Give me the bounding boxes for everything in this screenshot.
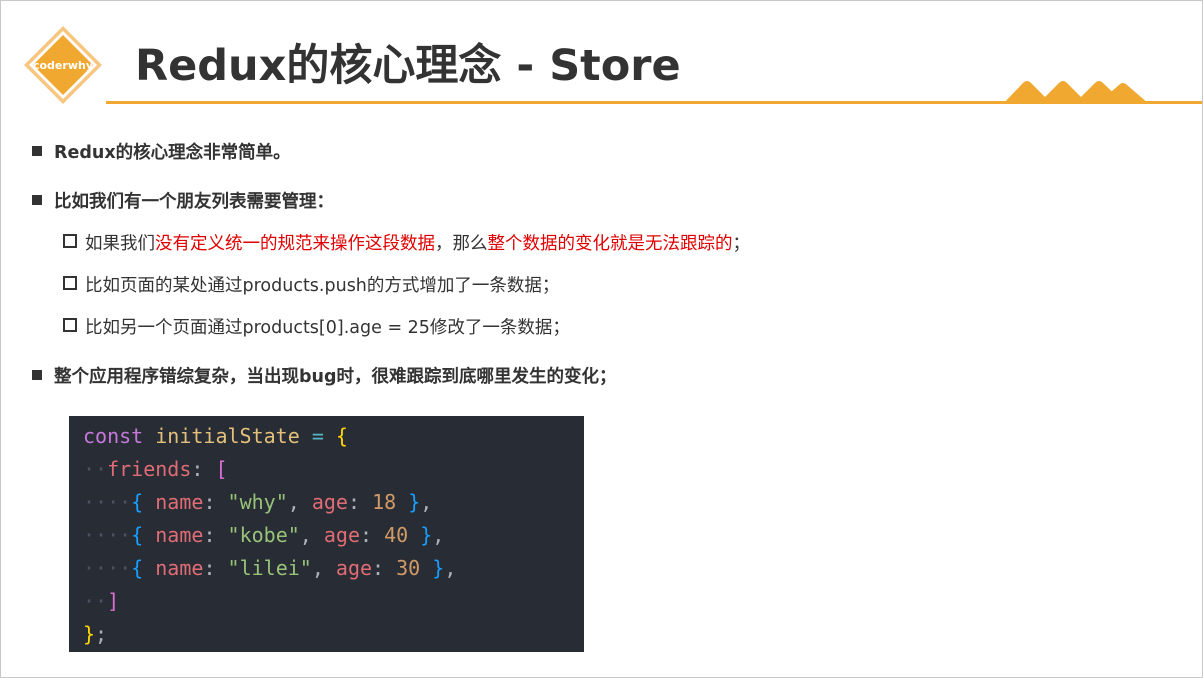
square-bullet-icon: [32, 370, 42, 380]
code-line-6: ··]: [83, 589, 120, 613]
bullet-1: Redux的核心理念非常简单。: [32, 139, 291, 164]
code-line-3: ····{ name: "why", age: 18 },: [83, 490, 433, 514]
code-line-4: ····{ name: "kobe", age: 40 },: [83, 523, 445, 547]
slide: coderwhy Redux的核心理念 - Store Redux的核心理念非常…: [0, 0, 1203, 678]
sub-bullet-1: 如果我们没有定义统一的规范来操作这段数据，那么整个数据的变化就是无法跟踪的；: [63, 230, 750, 255]
code-line-7: };: [83, 622, 108, 646]
sub-bullet-2: 比如页面的某处通过products.push的方式增加了一条数据；: [63, 272, 559, 297]
hollow-square-bullet-icon: [63, 276, 77, 290]
page-title: Redux的核心理念 - Store: [135, 41, 681, 91]
bullet-text: Redux的核心理念非常简单。: [54, 143, 291, 163]
sub-bullet-seg: ，那么: [435, 234, 488, 254]
bullet-text: 比如我们有一个朋友列表需要管理：: [54, 192, 334, 212]
sub-bullet-seg: 如果我们: [85, 234, 155, 254]
sub-bullet-3: 比如另一个页面通过products[0].age = 25修改了一条数据；: [63, 314, 570, 339]
code-line-2: ··friends: [: [83, 457, 228, 481]
bullet-text: 整个应用程序错综复杂，当出现bug时，很难跟踪到底哪里发生的变化；: [54, 367, 617, 387]
square-bullet-icon: [32, 195, 42, 205]
sub-bullet-seg: ；: [732, 234, 751, 254]
code-block: const initialState = { ··friends: [ ····…: [69, 416, 584, 652]
coderwhy-logo: coderwhy: [24, 26, 102, 104]
logo-text: coderwhy: [33, 59, 93, 72]
sub-bullet-text: 比如页面的某处通过products.push的方式增加了一条数据；: [85, 276, 560, 296]
bullet-2: 比如我们有一个朋友列表需要管理：: [32, 188, 334, 213]
mountain-decoration: [1003, 81, 1149, 104]
highlight-text: 没有定义统一的规范来操作这段数据: [155, 234, 435, 254]
bullet-3: 整个应用程序错综复杂，当出现bug时，很难跟踪到底哪里发生的变化；: [32, 363, 617, 388]
sub-bullet-text: 比如另一个页面通过products[0].age = 25修改了一条数据；: [85, 318, 570, 338]
code-line-5: ····{ name: "lilei", age: 30 },: [83, 556, 457, 580]
code-line-1: const initialState = {: [83, 424, 348, 448]
highlight-text: 整个数据的变化就是无法跟踪的: [487, 234, 733, 254]
hollow-square-bullet-icon: [63, 318, 77, 332]
hollow-square-bullet-icon: [63, 234, 77, 248]
square-bullet-icon: [32, 146, 42, 156]
